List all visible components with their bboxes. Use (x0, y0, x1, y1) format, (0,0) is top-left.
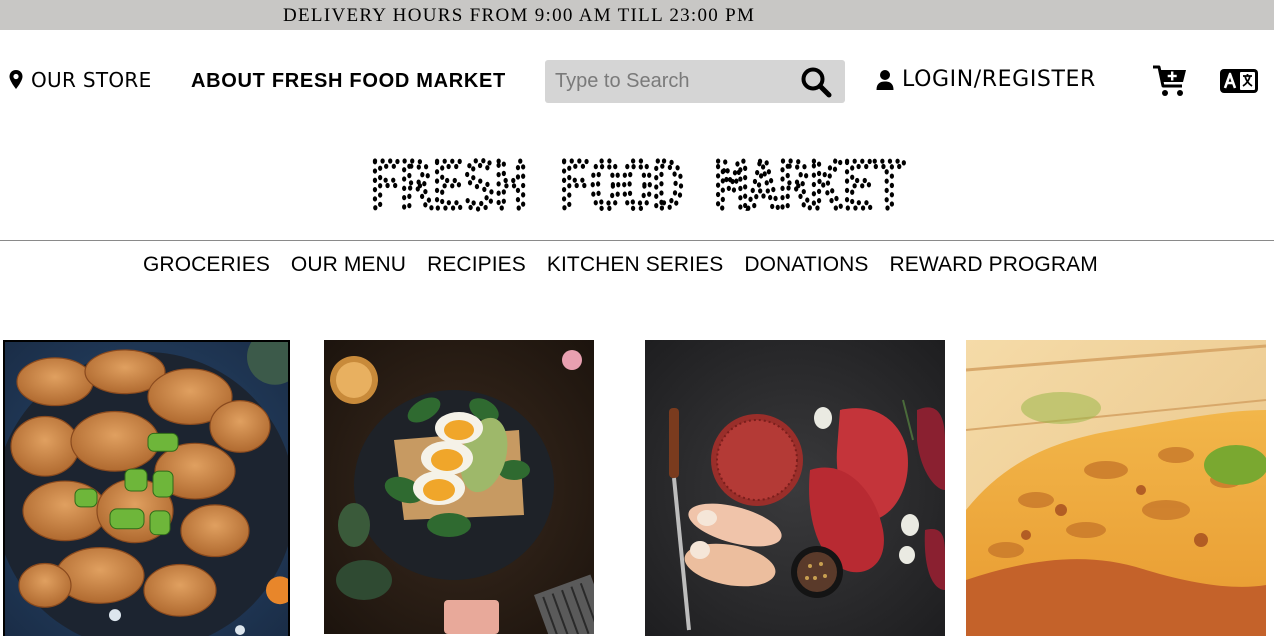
search-input[interactable] (545, 60, 785, 103)
food-tile-lasagna[interactable] (966, 340, 1266, 636)
delivery-banner: DELIVERY HOURS FROM 9:00 AM TILL 23:00 P… (0, 0, 1274, 30)
category-our-menu[interactable]: OUR MENU (291, 253, 406, 277)
about-link[interactable]: ABOUT FRESH FOOD MARKET (191, 70, 506, 93)
header-divider (0, 240, 1274, 241)
our-store-label: OUR STORE (31, 68, 152, 92)
category-kitchen-series[interactable]: KITCHEN SERIES (547, 253, 723, 277)
site-logo[interactable]: FRESH FOOD MARKET (0, 150, 1274, 214)
user-icon (876, 69, 894, 90)
category-nav: GROCERIES OUR MENU RECIPIES KITCHEN SERI… (143, 253, 1119, 277)
map-pin-icon (9, 70, 23, 89)
category-donations[interactable]: DONATIONS (744, 253, 868, 277)
egg-toast-photo (324, 340, 594, 634)
delivery-hours-text: DELIVERY HOURS FROM 9:00 AM TILL 23:00 P… (283, 5, 756, 26)
meats-photo (645, 340, 945, 636)
translate-icon[interactable] (1219, 68, 1259, 94)
category-groceries[interactable]: GROCERIES (143, 253, 270, 277)
food-tile-chips[interactable] (3, 340, 290, 636)
search-icon[interactable] (799, 66, 833, 98)
login-register-link[interactable]: LOGIN/REGISTER (876, 67, 1096, 92)
food-tile-egg-toast[interactable] (324, 340, 594, 634)
our-store-link[interactable]: OUR STORE (8, 68, 152, 92)
food-tile-meats[interactable] (645, 340, 945, 636)
logo-wordmark: FRESH FOOD MARKET (367, 150, 907, 214)
lasagna-photo (966, 340, 1266, 636)
chips-photo (5, 342, 288, 636)
login-register-label: LOGIN/REGISTER (902, 67, 1096, 92)
cart-plus-icon[interactable] (1152, 64, 1188, 98)
category-reward-program[interactable]: REWARD PROGRAM (890, 253, 1098, 277)
search-bar (545, 60, 845, 103)
category-recipies[interactable]: RECIPIES (427, 253, 526, 277)
logo-text: FRESH FOOD MARKET (369, 150, 905, 214)
